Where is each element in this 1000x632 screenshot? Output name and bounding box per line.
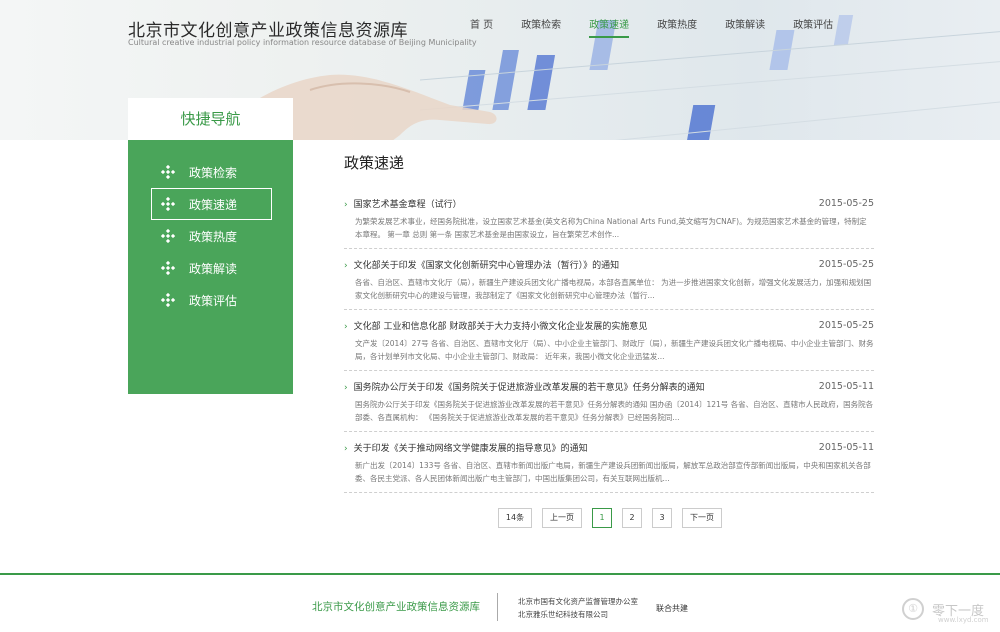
site-subtitle: Cultural creative industrial policy info…: [128, 38, 477, 47]
chevron-right-icon: ›: [344, 199, 348, 210]
diamond-dots-icon: [161, 261, 175, 275]
page: 北京市文化创意产业政策信息资源库 Cultural creative indus…: [0, 0, 1000, 632]
record-count: 14条: [498, 508, 532, 528]
chevron-right-icon: ›: [344, 260, 348, 271]
policy-list: 政策速递 › 国家艺术基金章程（试行） 2015-05-25 为繁荣发展艺术事业，…: [344, 152, 874, 499]
nav-item-policy-express[interactable]: 政策速递: [589, 18, 630, 38]
diamond-dots-icon: [161, 197, 175, 211]
next-page-button[interactable]: 下一页: [682, 508, 722, 528]
footer-joint-label: 联合共建: [656, 604, 688, 613]
pagination: 14条 上一页 1 2 3 下一页: [498, 508, 732, 528]
watermark: ① 零下一度 www.lxyd.com: [902, 598, 989, 624]
nav-item-policy-interpretation[interactable]: 政策解读: [725, 18, 765, 38]
sidebar-item-label: 政策评估: [189, 293, 238, 308]
article-summary: 国务院办公厅关于印发《国务院关于促进旅游业改革发展的若干意见》任务分解表的通知 …: [355, 400, 874, 422]
sidebar-item-policy-evaluation[interactable]: 政策评估: [151, 284, 271, 316]
article-title: 文化部 工业和信息化部 财政部关于大力支持小微文化企业发展的实施意见: [353, 321, 648, 332]
footer-org-2: 北京雅乐世纪科技有限公司: [518, 610, 608, 619]
sidebar-item-label: 政策检索: [189, 165, 238, 180]
page-title: 政策速递: [344, 154, 405, 172]
page-button-3[interactable]: 3: [652, 508, 672, 528]
list-item: › 国务院办公厅关于印发《国务院关于促进旅游业改革发展的若干意见》任务分解表的通知…: [344, 377, 874, 432]
article-title-link[interactable]: › 文化部关于印发《国家文化创新研究中心管理办法（暂行）》的通知: [344, 258, 619, 271]
article-title: 国家艺术基金章程（试行）: [353, 199, 462, 210]
nav-item-home[interactable]: 首 页: [470, 18, 493, 38]
article-summary: 为繁荣发展艺术事业，经国务院批准，设立国家艺术基金(英文名称为China Nat…: [355, 217, 867, 239]
article-summary: 文产发〔2014〕27号 各省、自治区、直辖市文化厅（局）、中小企业主管部门、财…: [355, 339, 874, 361]
article-date: 2015-05-25: [818, 319, 874, 331]
sidebar-item-label: 政策热度: [189, 229, 238, 244]
diamond-dots-icon: [161, 293, 175, 307]
list-item: › 文化部关于印发《国家文化创新研究中心管理办法（暂行）》的通知 2015-05-…: [344, 255, 874, 310]
article-summary: 新广出发〔2014〕133号 各省、自治区、直辖市新闻出版广电局，新疆生产建设兵…: [355, 461, 871, 483]
article-title: 文化部关于印发《国家文化创新研究中心管理办法（暂行）》的通知: [353, 260, 620, 271]
article-date: 2015-05-11: [818, 380, 874, 392]
article-title-link[interactable]: › 文化部 工业和信息化部 财政部关于大力支持小微文化企业发展的实施意见: [344, 319, 647, 332]
sidebar-item-policy-search[interactable]: 政策检索: [151, 156, 271, 188]
list-item: › 文化部 工业和信息化部 财政部关于大力支持小微文化企业发展的实施意见 2015…: [344, 316, 874, 371]
sidebar-item-label: 政策解读: [189, 261, 238, 276]
sidebar-item-policy-interpretation[interactable]: 政策解读: [151, 252, 271, 284]
nav-item-policy-search[interactable]: 政策检索: [521, 18, 561, 38]
diamond-dots-icon: [161, 229, 175, 243]
article-title-link[interactable]: › 国家艺术基金章程（试行）: [344, 197, 462, 210]
article-summary: 各省、自治区、直辖市文化厅（局），新疆生产建设兵团文化广播电视局，本部各直属单位…: [355, 278, 872, 300]
diamond-dots-icon: [161, 165, 175, 179]
list-item: › 国家艺术基金章程（试行） 2015-05-25 为繁荣发展艺术事业，经国务院批…: [344, 194, 874, 249]
article-date: 2015-05-25: [818, 197, 874, 209]
sidebar-heading: 快捷导航: [128, 98, 293, 140]
article-title: 关于印发《关于推动网络文学健康发展的指导意见》的通知: [353, 443, 588, 454]
quick-nav-sidebar: 快捷导航 政策检索 政策速递 政策热度 政策解读 政策评估: [128, 98, 293, 394]
footer-org-1: 北京市国有文化资产监督管理办公室: [518, 597, 638, 606]
main-nav: 首 页 政策检索 政策速递 政策热度 政策解读 政策评估: [470, 18, 861, 38]
chevron-right-icon: ›: [344, 382, 348, 393]
footer-divider: [0, 573, 1000, 575]
watermark-logo-icon: ①: [902, 598, 924, 620]
page-button-1[interactable]: 1: [592, 508, 612, 528]
article-title-link[interactable]: › 国务院办公厅关于印发《国务院关于促进旅游业改革发展的若干意见》任务分解表的通知: [344, 380, 705, 393]
article-title-link[interactable]: › 关于印发《关于推动网络文学健康发展的指导意见》的通知: [344, 441, 588, 454]
nav-item-policy-evaluation[interactable]: 政策评估: [793, 18, 833, 38]
footer-site-title: 北京市文化创意产业政策信息资源库: [312, 601, 480, 613]
article-date: 2015-05-25: [818, 258, 874, 270]
sidebar-menu: 政策检索 政策速递 政策热度 政策解读 政策评估: [128, 140, 293, 394]
sidebar-item-policy-express[interactable]: 政策速递: [151, 188, 272, 220]
watermark-url: www.lxyd.com: [938, 616, 989, 624]
sidebar-item-label: 政策速递: [189, 197, 238, 212]
sidebar-item-policy-heat[interactable]: 政策热度: [151, 220, 271, 252]
footer-separator: [497, 593, 498, 621]
list-item: › 关于印发《关于推动网络文学健康发展的指导意见》的通知 2015-05-11 新…: [344, 438, 874, 493]
page-button-2[interactable]: 2: [622, 508, 642, 528]
article-date: 2015-05-11: [818, 441, 874, 453]
nav-item-policy-heat[interactable]: 政策热度: [657, 18, 697, 38]
chevron-right-icon: ›: [344, 321, 348, 332]
chevron-right-icon: ›: [344, 443, 348, 454]
prev-page-button[interactable]: 上一页: [542, 508, 582, 528]
article-title: 国务院办公厅关于印发《国务院关于促进旅游业改革发展的若干意见》任务分解表的通知: [353, 382, 705, 393]
